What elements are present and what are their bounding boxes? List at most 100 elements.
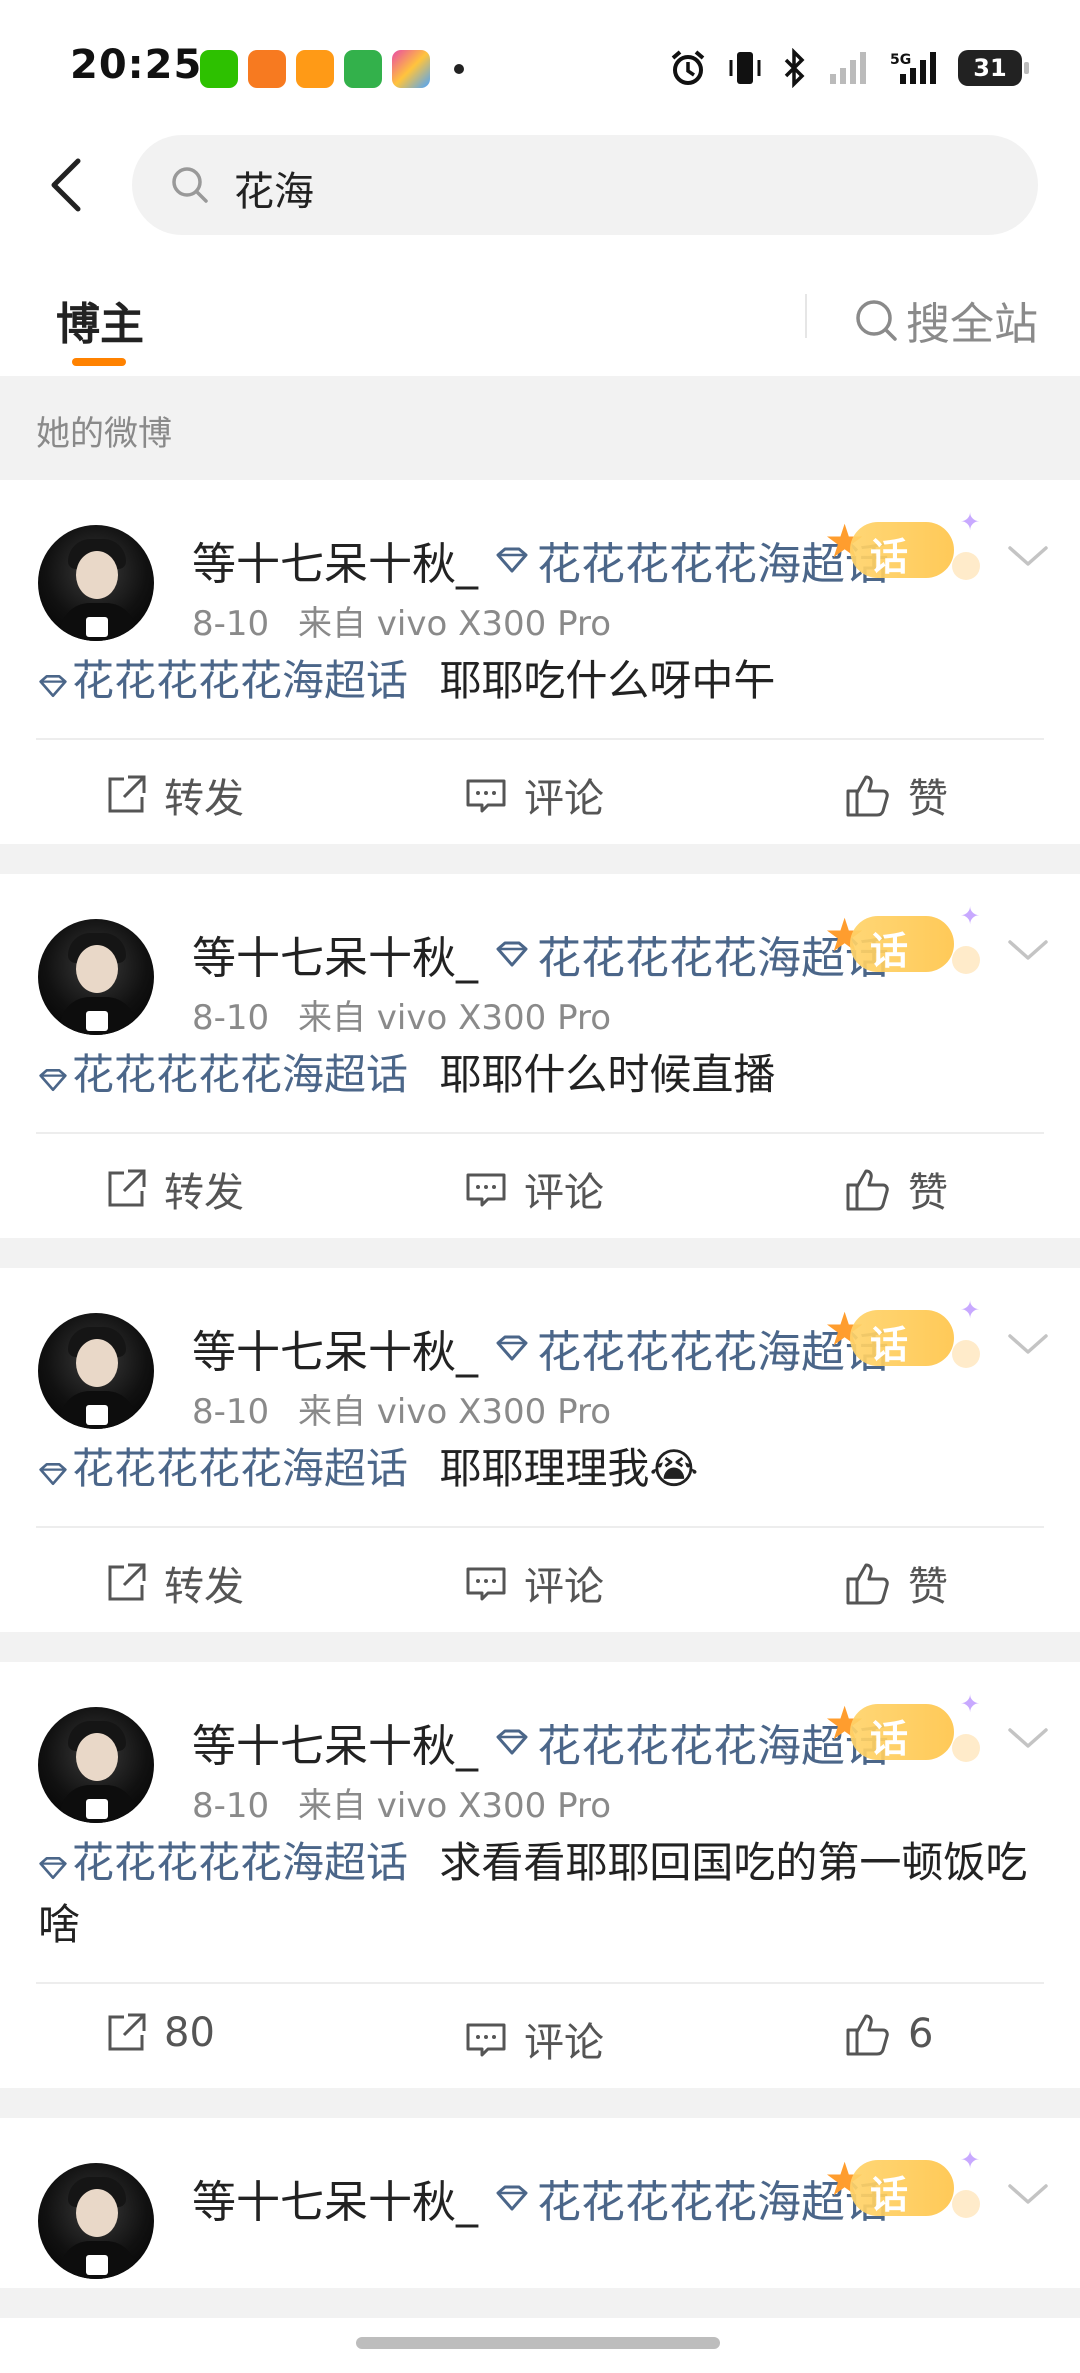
post-card[interactable]: 等十七呆十秋_ 花花花花花海超话 ★ 话 ✦ 8-10 来自 vivo X300…	[0, 1268, 1080, 1662]
bluetooth-icon	[782, 48, 808, 88]
app-orange-icon	[248, 50, 286, 88]
avatar[interactable]	[38, 525, 154, 641]
post-card[interactable]: 等十七呆十秋_ 花花花花花海超话 ★ 话 ✦ 8-10 来自 vivo X300…	[0, 1662, 1080, 2118]
post-content[interactable]: 花花花花花海超话 耶耶理理我😭	[0, 1438, 1080, 1500]
thumbs-up-icon	[846, 775, 889, 817]
like-button[interactable]: 赞	[844, 1554, 948, 1612]
avatar[interactable]	[38, 2163, 154, 2279]
repost-button[interactable]: 转发	[104, 766, 244, 824]
repost-label: 80	[164, 2010, 215, 2056]
post-menu-chevron[interactable]	[1006, 1330, 1050, 1362]
post-meta	[192, 2234, 210, 2274]
svg-text:5G: 5G	[890, 52, 911, 68]
post-content[interactable]: 花花花花花海超话 耶耶吃什么呀中午	[0, 650, 1080, 712]
post-date: 8-10	[192, 998, 270, 1038]
post-username[interactable]: 等十七呆十秋_	[192, 922, 478, 986]
alarm-icon	[668, 48, 708, 88]
post-topic-tag[interactable]: 花花花花花海超话	[38, 1050, 421, 1099]
avatar[interactable]	[38, 919, 154, 1035]
tab-blogger[interactable]: 博主	[56, 288, 144, 352]
post-actions: 80 评论 6	[36, 1982, 1044, 2088]
comment-button[interactable]: 评论	[464, 766, 604, 824]
diamond-icon	[39, 1856, 67, 1880]
post-header: 等十七呆十秋_ 花花花花花海超话 ★ 话 ✦ 8-10 来自 vivo X300…	[0, 1268, 1080, 1438]
post-meta: 8-10 来自 vivo X300 Pro	[192, 1384, 611, 1433]
app-green-icon	[344, 50, 382, 88]
thumbs-up-icon	[846, 2014, 889, 2056]
notification-app-icons	[200, 50, 464, 88]
post-text: 耶耶什么时候直播	[439, 1050, 776, 1099]
comment-label: 评论	[524, 2020, 604, 2066]
post-username[interactable]: 等十七呆十秋_	[192, 2166, 478, 2230]
post-text: 耶耶吃什么呀中午	[439, 656, 776, 705]
comment-icon	[466, 1173, 506, 1207]
like-button[interactable]: 6	[844, 2010, 933, 2058]
tab-active-indicator	[72, 358, 126, 366]
repost-icon	[108, 775, 146, 813]
diamond-icon	[39, 1068, 67, 1092]
super-topic-badge: ★ 话 ✦	[820, 1296, 980, 1380]
back-button[interactable]	[36, 150, 96, 220]
post-device: vivo X300 Pro	[376, 998, 612, 1038]
post-content[interactable]: 花花花花花海超话 求看看耶耶回国吃的第一顿饭吃啥	[0, 1832, 1080, 1956]
post-topic-tag-label: 花花花花花海超话	[72, 1050, 409, 1099]
post-username[interactable]: 等十七呆十秋_	[192, 1316, 478, 1380]
comment-button[interactable]: 评论	[464, 2010, 604, 2068]
chevron-down-icon	[1008, 1334, 1048, 1354]
avatar[interactable]	[38, 1313, 154, 1429]
diamond-icon	[496, 1729, 528, 1755]
repost-label: 转发	[164, 776, 244, 822]
comment-button[interactable]: 评论	[464, 1554, 604, 1612]
post-menu-chevron[interactable]	[1006, 936, 1050, 968]
post-topic-tag[interactable]: 花花花花花海超话	[38, 1444, 421, 1493]
search-input[interactable]: 花海	[132, 135, 1038, 235]
comment-button[interactable]: 评论	[464, 1160, 604, 1218]
post-card[interactable]: 等十七呆十秋_ 花花花花花海超话 ★ 话 ✦ 8-10 来自 vivo X300…	[0, 480, 1080, 874]
diamond-icon	[496, 941, 528, 967]
post-actions: 转发 评论 赞	[36, 1132, 1044, 1238]
post-device: vivo X300 Pro	[376, 1392, 612, 1432]
post-actions: 转发 评论 赞	[36, 738, 1044, 844]
post-date: 8-10	[192, 1786, 270, 1826]
badge-label: 话	[870, 929, 909, 973]
sparkle-icon: ✦	[960, 508, 981, 536]
post-content[interactable]: 花花花花花海超话 耶耶什么时候直播	[0, 1044, 1080, 1106]
like-button[interactable]: 赞	[844, 1160, 948, 1218]
super-topic-badge: ★ 话 ✦	[820, 1690, 980, 1774]
signal-icon	[826, 48, 870, 88]
like-button[interactable]: 赞	[844, 766, 948, 824]
home-indicator[interactable]	[356, 2337, 720, 2349]
search-icon	[856, 300, 897, 341]
post-topic-tag[interactable]: 花花花花花海超话	[38, 656, 421, 705]
post-username[interactable]: 等十七呆十秋_	[192, 1710, 478, 1774]
search-all-button[interactable]: 搜全站	[852, 288, 1038, 352]
search-icon	[168, 163, 212, 211]
post-card[interactable]: 等十七呆十秋_ 花花花花花海超话 ★ 话 ✦	[0, 2118, 1080, 2318]
post-username[interactable]: 等十七呆十秋_	[192, 528, 478, 592]
repost-button[interactable]: 80	[104, 2010, 215, 2056]
battery-indicator: 31	[958, 50, 1029, 86]
wechat-icon	[200, 50, 238, 88]
repost-button[interactable]: 转发	[104, 1160, 244, 1218]
diamond-icon	[496, 1335, 528, 1361]
post-header: 等十七呆十秋_ 花花花花花海超话 ★ 话 ✦ 8-10 来自 vivo X300…	[0, 1662, 1080, 1832]
chevron-down-icon	[1008, 1728, 1048, 1748]
app-orange2-icon	[296, 50, 334, 88]
post-menu-chevron[interactable]	[1006, 542, 1050, 574]
post-device: vivo X300 Pro	[376, 1786, 612, 1826]
post-menu-chevron[interactable]	[1006, 1724, 1050, 1756]
repost-button[interactable]: 转发	[104, 1554, 244, 1612]
avatar[interactable]	[38, 1707, 154, 1823]
chevron-down-icon	[1008, 2184, 1048, 2204]
post-menu-chevron[interactable]	[1006, 2180, 1050, 2212]
post-topic-tag[interactable]: 花花花花花海超话	[38, 1838, 421, 1887]
post-source-label: 来自	[297, 604, 366, 644]
post-topic-tag-label: 花花花花花海超话	[72, 1444, 409, 1493]
5g-signal-icon: 5G	[888, 48, 940, 88]
app-colorful-icon	[392, 50, 430, 88]
like-label: 6	[908, 2011, 934, 2057]
post-card[interactable]: 等十七呆十秋_ 花花花花花海超话 ★ 话 ✦ 8-10 来自 vivo X300…	[0, 874, 1080, 1268]
post-device: vivo X300 Pro	[376, 604, 612, 644]
sparkle-icon: ✦	[960, 902, 981, 930]
sparkle-icon: ✦	[960, 1296, 981, 1324]
